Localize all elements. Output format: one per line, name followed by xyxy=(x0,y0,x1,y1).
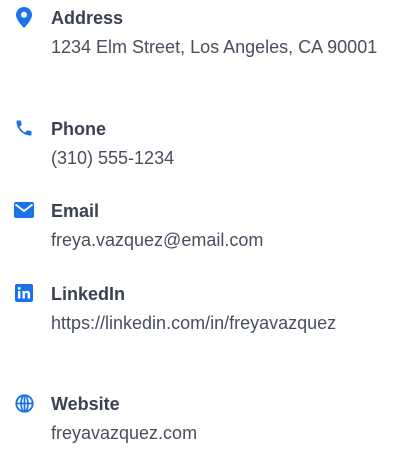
phone-icon xyxy=(13,117,35,139)
globe-icon xyxy=(13,392,35,414)
linkedin-icon xyxy=(13,282,35,304)
contact-label-phone: Phone xyxy=(51,119,107,139)
contact-value-email: freya.vazquez@email.com xyxy=(51,230,264,250)
contact-label-email: Email xyxy=(51,201,100,221)
contact-value-linkedin: https://linkedin.com/in/freyavazquez xyxy=(51,313,337,333)
contact-label-address: Address xyxy=(51,8,124,28)
contact-value-address: 1234 Elm Street, Los Angeles, CA 90001 xyxy=(51,37,378,57)
contact-label-website: Website xyxy=(51,394,120,414)
contact-value-phone: (310) 555-1234 xyxy=(51,148,175,168)
contact-label-linkedin: LinkedIn xyxy=(51,284,126,304)
map-pin-icon xyxy=(13,6,35,28)
envelope-icon xyxy=(13,199,35,221)
contact-value-website: freyavazquez.com xyxy=(51,423,198,443)
